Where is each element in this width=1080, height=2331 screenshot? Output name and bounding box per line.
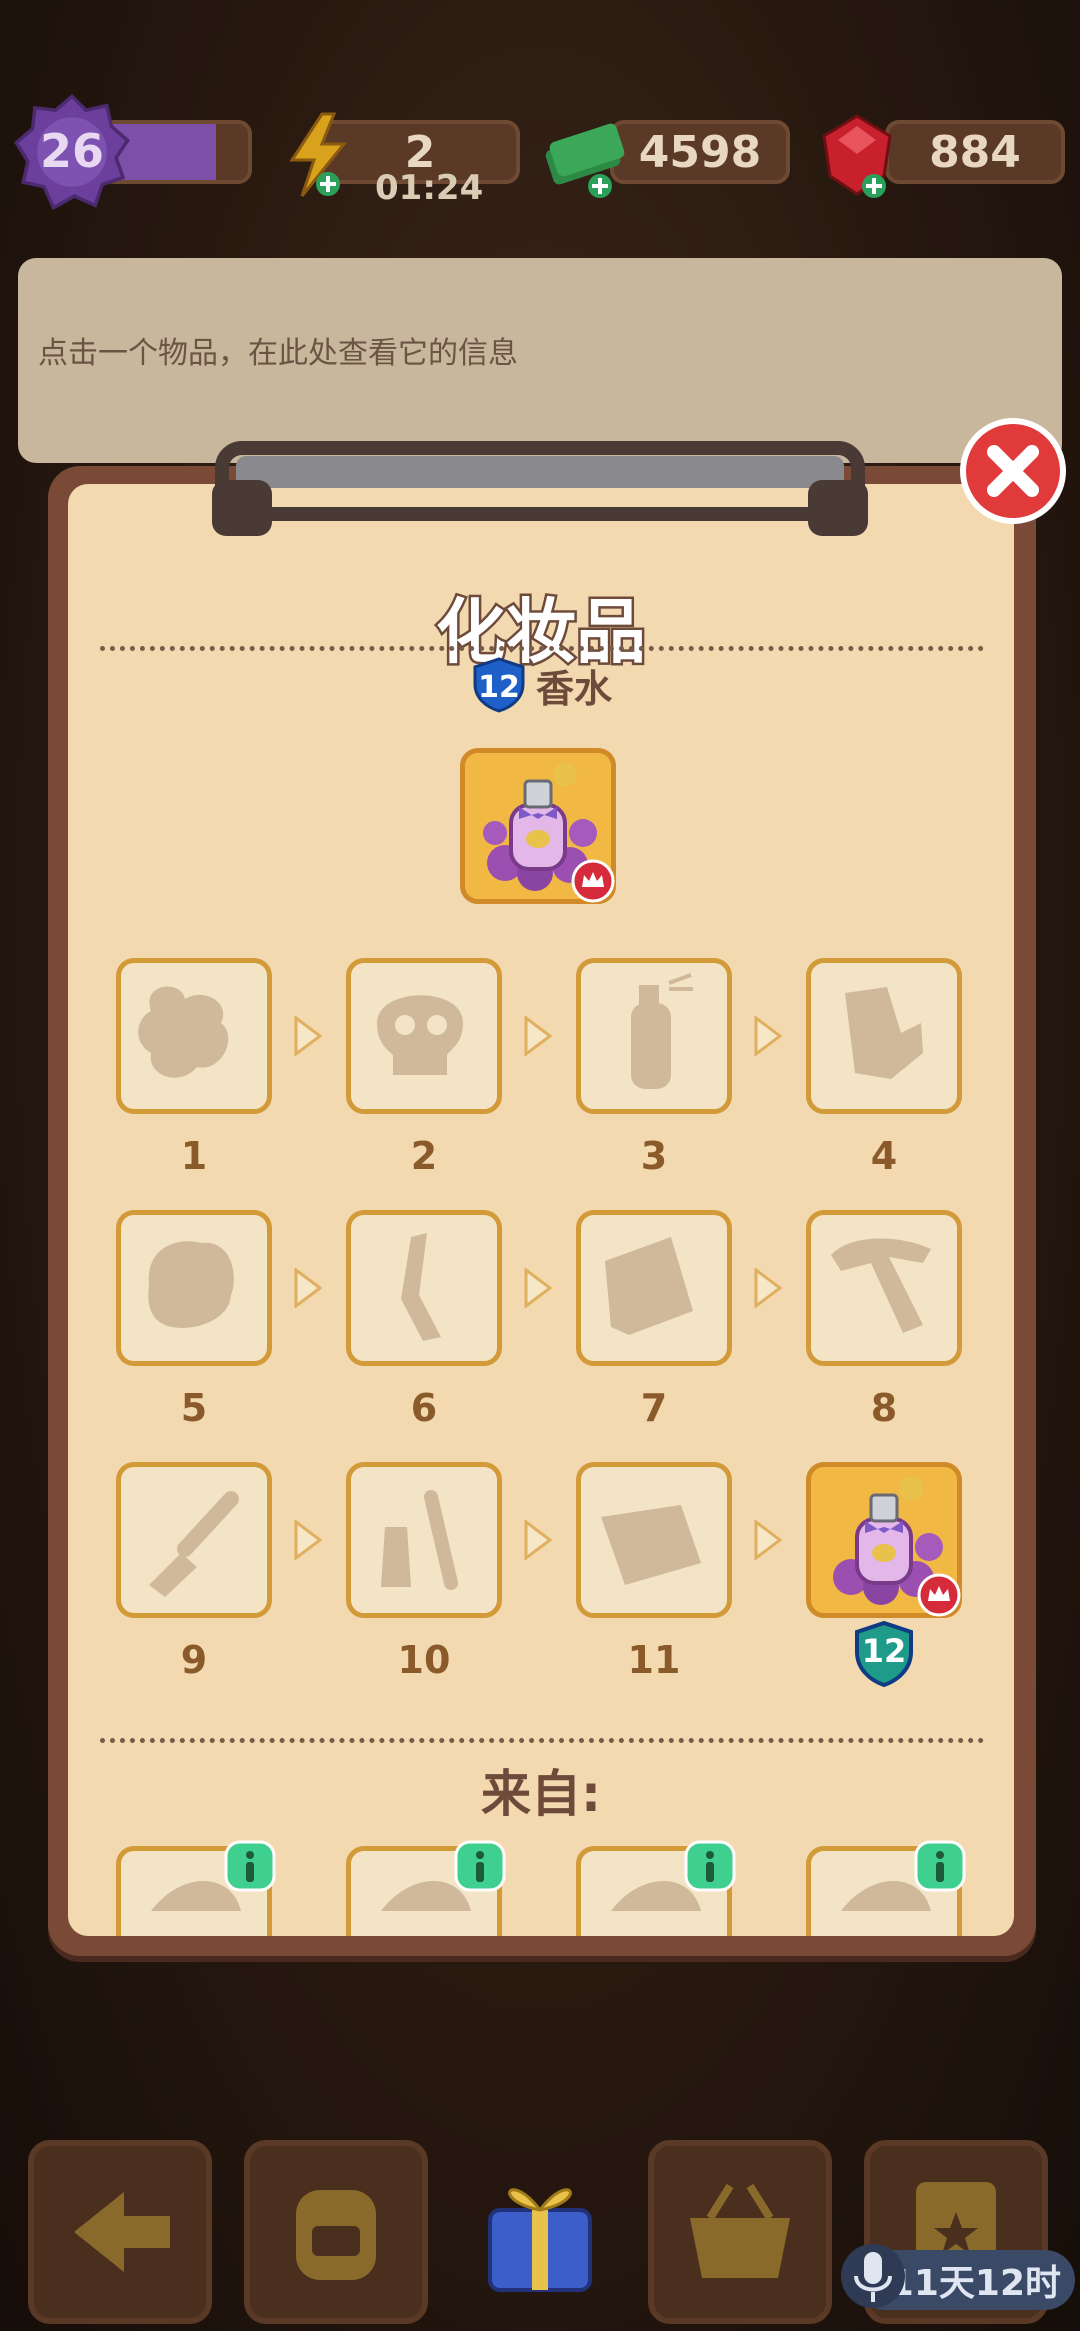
back-button[interactable] <box>28 2140 212 2324</box>
gift-box-icon[interactable] <box>470 2150 610 2300</box>
chain-step-number: 3 <box>640 1134 668 1178</box>
chain-level-number: 12 <box>861 1632 907 1670</box>
backpack-button[interactable] <box>244 2140 428 2324</box>
item-chain-modal: 化妆品 12 香水 1 2 3 4 5 6 7 8 9 10 11 12 来自: <box>68 484 1014 1936</box>
chevron-right-icon <box>292 1015 323 1057</box>
chain-tile[interactable] <box>346 1462 502 1618</box>
chain-tile[interactable] <box>576 958 732 1114</box>
lightning-icon[interactable] <box>272 110 362 200</box>
item-info-panel: 点击一个物品，在此处查看它的信息 <box>18 258 1062 463</box>
basket-icon <box>690 2183 790 2278</box>
crown-badge-icon <box>917 1573 961 1617</box>
chain-tile[interactable] <box>806 1210 962 1366</box>
chevron-right-icon <box>752 1267 783 1309</box>
chain-step-number: 2 <box>410 1134 438 1178</box>
level-number: 26 <box>39 124 104 178</box>
skull-icon <box>377 995 463 1075</box>
info-hint-text: 点击一个物品，在此处查看它的信息 <box>38 336 518 371</box>
close-icon[interactable] <box>958 416 1068 526</box>
chain-step-number: 11 <box>627 1638 681 1682</box>
cash-stack-icon[interactable] <box>540 110 630 200</box>
chain-tile[interactable] <box>116 958 272 1114</box>
lotion-tube-icon <box>845 987 923 1079</box>
nail-file-icon <box>401 1233 441 1341</box>
backpack-icon <box>296 2190 376 2280</box>
divider <box>100 646 984 651</box>
cloud-blob-icon <box>138 986 229 1078</box>
chain-step-number: 10 <box>397 1638 451 1682</box>
chevron-right-icon <box>522 1015 553 1057</box>
chain-step-number: 1 <box>180 1134 208 1178</box>
divider <box>100 1738 984 1743</box>
chevron-right-icon <box>752 1015 783 1057</box>
info-icon[interactable] <box>454 1840 506 1892</box>
countdown-text: 11天12时 <box>888 2263 1061 2304</box>
crown-badge-icon <box>571 859 615 903</box>
chain-tile[interactable] <box>576 1462 732 1618</box>
palette-icon <box>605 1237 693 1335</box>
chain-tile[interactable] <box>806 958 962 1114</box>
chevron-right-icon <box>522 1519 553 1561</box>
cosmetic-case-icon <box>601 1505 701 1585</box>
chain-step-number: 7 <box>640 1386 668 1430</box>
chain-tile[interactable] <box>806 1462 962 1618</box>
chain-step-number: 9 <box>180 1638 208 1682</box>
source-heading: 来自: <box>481 1765 601 1823</box>
item-name-row: 12 香水 <box>68 656 1014 714</box>
mascara-icon <box>149 1491 239 1597</box>
info-icon[interactable] <box>684 1840 736 1892</box>
chain-level-shield: 12 <box>852 1620 916 1688</box>
info-icon[interactable] <box>224 1840 276 1892</box>
featured-item-tile[interactable] <box>460 748 616 904</box>
chain-tile[interactable] <box>576 1210 732 1366</box>
nail-polish-icon <box>381 1490 458 1590</box>
shop-basket-button[interactable] <box>648 2140 832 2324</box>
chain-tile[interactable] <box>116 1462 272 1618</box>
cash-counter[interactable]: 4598 <box>610 120 790 184</box>
chain-step-number: 5 <box>180 1386 208 1430</box>
item-name: 香水 <box>535 666 612 711</box>
hair-tool-icon <box>831 1238 931 1333</box>
resource-bar: 26 2 01:24 4598 884 <box>0 90 1080 210</box>
powder-puff-icon <box>148 1241 234 1328</box>
chevron-right-icon <box>292 1267 323 1309</box>
chain-step-number: 4 <box>870 1134 898 1178</box>
chevron-right-icon <box>522 1267 553 1309</box>
spray-bottle-icon <box>631 973 693 1089</box>
chevron-right-icon <box>292 1519 323 1561</box>
chain-tile[interactable] <box>346 1210 502 1366</box>
item-level-number: 12 <box>478 669 520 705</box>
info-icon[interactable] <box>914 1840 966 1892</box>
chain-tile[interactable] <box>346 958 502 1114</box>
gem-counter[interactable]: 884 <box>885 120 1065 184</box>
chain-step-number: 8 <box>870 1386 898 1430</box>
ruby-gem-icon[interactable] <box>812 110 902 200</box>
chevron-right-icon <box>752 1519 783 1561</box>
microphone-icon[interactable] <box>838 2236 908 2316</box>
energy-timer: 01:24 <box>375 168 484 208</box>
arrow-left-icon <box>74 2192 170 2272</box>
clipboard-clip <box>212 441 868 536</box>
chain-step-number: 6 <box>410 1386 438 1430</box>
chain-tile[interactable] <box>116 1210 272 1366</box>
